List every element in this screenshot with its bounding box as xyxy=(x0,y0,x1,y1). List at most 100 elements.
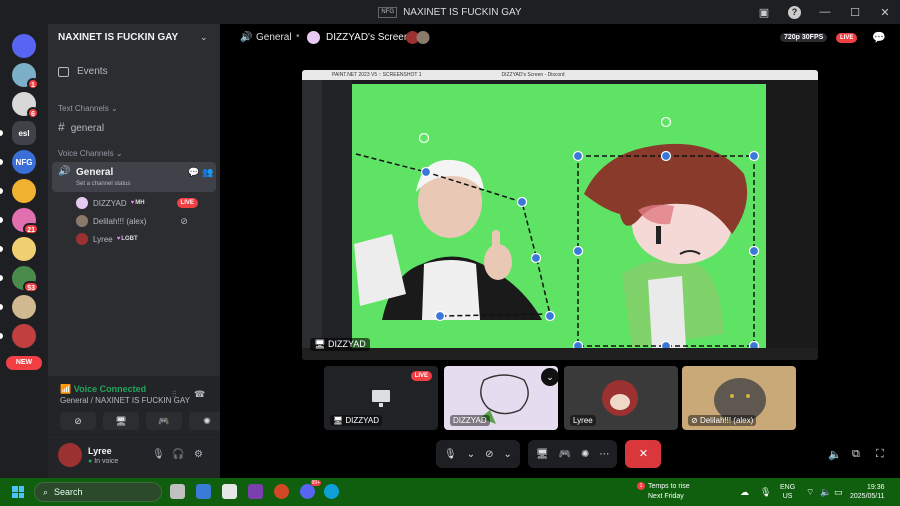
discord-taskbar-icon[interactable]: 99+ xyxy=(300,480,321,499)
stage-channel[interactable]: General xyxy=(256,32,292,43)
taskbar-clock[interactable]: 19:36 2025/05/11 xyxy=(850,483,885,501)
voice-user-dizzyad[interactable]: DIZZYAD ♥MH LIVE xyxy=(76,196,198,210)
store-icon[interactable] xyxy=(222,484,237,499)
signal-icon: 📶 xyxy=(60,384,72,394)
server-7-icon[interactable]: 21 xyxy=(12,208,39,235)
server-1-icon[interactable]: 1 xyxy=(12,63,39,90)
mention-badge: 1 xyxy=(27,78,39,90)
windows-start-icon[interactable] xyxy=(12,486,24,498)
screen-share-icon[interactable]: 🖥 xyxy=(536,449,549,460)
chevron-down-icon[interactable]: ⌄ xyxy=(503,449,511,460)
camera-off-button[interactable]: ⊘ xyxy=(60,412,96,430)
category-label: Text Channels xyxy=(58,104,109,113)
invite-icon[interactable]: 👥 xyxy=(202,167,213,178)
unread-pill xyxy=(0,333,3,339)
minimize-button[interactable]: — xyxy=(810,6,840,18)
mic-camera-group: 🎙 ⌄ ⊘ ⌄ xyxy=(436,440,520,468)
avatar[interactable] xyxy=(58,443,82,467)
camera-off-icon[interactable]: ⊘ xyxy=(485,449,493,460)
tile-dizzyad-stream[interactable]: LIVE 🖥 DIZZYAD xyxy=(324,366,438,430)
separator-icon: • xyxy=(296,31,300,42)
events-item[interactable]: Events xyxy=(58,66,108,77)
activity-icon[interactable]: 🎮 xyxy=(559,449,571,460)
chevron-down-icon[interactable]: ⌄ xyxy=(200,32,208,43)
stage-header: 🔊 General • DIZZYAD's Screen 720p 30FPS … xyxy=(220,24,900,52)
chat-bubble-icon[interactable]: 💬 xyxy=(872,31,886,44)
tray-mic-icon[interactable]: 🎙 xyxy=(760,487,771,498)
server-2-icon[interactable]: 6 xyxy=(12,92,39,119)
chevron-down-icon[interactable]: ⌄ xyxy=(467,449,475,460)
activity-button[interactable]: 🎮 xyxy=(146,412,182,430)
server-8-icon[interactable] xyxy=(12,237,36,261)
mic-icon[interactable]: 🎙 xyxy=(152,449,165,460)
gear-icon[interactable]: ⚙ xyxy=(194,449,203,460)
discord-home-icon[interactable] xyxy=(12,34,36,58)
server-name[interactable]: NAXINET IS FUCKIN GAY xyxy=(58,32,178,43)
noise-suppression-icon[interactable]: ⫶⫶ xyxy=(172,389,177,400)
more-icon[interactable]: ⋯ xyxy=(599,449,609,460)
voice-channels-category[interactable]: Voice Channels ⌄ xyxy=(58,149,123,158)
server-6-icon[interactable] xyxy=(12,179,36,203)
cartoon-character xyxy=(584,143,748,348)
channel-label: general xyxy=(70,123,105,134)
popout-icon[interactable]: ⧉ xyxy=(852,448,860,461)
channel-general[interactable]: # general xyxy=(58,120,104,134)
voice-status[interactable]: 📶 Voice Connected xyxy=(60,384,146,395)
voice-channel-path[interactable]: General / NAXINET IS FUCKIN GAY xyxy=(60,396,190,405)
onenote-icon[interactable] xyxy=(248,484,263,499)
tile-lyree[interactable]: Lyree xyxy=(564,366,678,430)
call-controls: 🎙 ⌄ ⊘ ⌄ 🖥 🎮 ✺ ⋯ ✕ xyxy=(436,440,662,468)
voice-user-delilah[interactable]: Delilah!!! (alex) ⊘ xyxy=(76,214,188,228)
powerpoint-icon[interactable] xyxy=(274,484,289,499)
close-button[interactable]: ✕ xyxy=(870,6,900,19)
channel-status[interactable]: Set a channel status xyxy=(76,181,130,187)
new-unreads-pill[interactable]: NEW xyxy=(6,356,42,370)
battery-icon[interactable]: ▭ xyxy=(834,487,843,498)
volume-icon[interactable]: 🔈 xyxy=(828,448,842,461)
language-indicator[interactable]: ENG US xyxy=(780,483,795,501)
maximize-button[interactable]: ☐ xyxy=(840,6,870,19)
task-view-icon[interactable] xyxy=(170,484,185,499)
user-name: Lyree xyxy=(88,446,112,456)
server-nfg-icon[interactable]: NFG xyxy=(12,150,36,174)
server-rail: 1 6 esl NFG 21 53 NEW xyxy=(0,24,48,478)
speaker-icon[interactable]: 🔈 xyxy=(820,487,831,498)
server-10-icon[interactable] xyxy=(12,295,36,319)
text-channels-category[interactable]: Text Channels ⌄ xyxy=(58,104,118,113)
tile-delilah[interactable]: ⊘ Delilah!!! (alex) xyxy=(682,366,796,430)
paint-canvas xyxy=(352,84,766,352)
viewer-avatars[interactable] xyxy=(406,31,432,44)
copilot-icon[interactable] xyxy=(196,484,211,499)
weather-title: Temps to rise xyxy=(648,483,690,490)
help-icon[interactable]: ? xyxy=(788,5,801,19)
leave-call-button[interactable]: ✕ xyxy=(625,440,662,468)
voice-channel-general[interactable]: 🔊 General Set a channel status 💬 👥 xyxy=(52,162,216,192)
windows-taskbar: ⌕ Search 99+ 1 Temps to rise Next Friday… xyxy=(0,478,900,506)
chevron-down-icon[interactable]: ⌄ xyxy=(541,368,559,386)
tray-app-icon[interactable]: ☁ xyxy=(740,487,749,498)
server-11-icon[interactable] xyxy=(12,324,36,348)
user-panel: Lyree ● In voice 🎙 🎧 ⚙ xyxy=(48,434,220,478)
soundboard-icon[interactable]: ✺ xyxy=(581,449,589,460)
edge-icon[interactable] xyxy=(324,484,339,499)
heart-icon: ♥ xyxy=(130,200,135,206)
inbox-icon[interactable]: ▣ xyxy=(749,6,779,19)
server-9-icon[interactable]: 53 xyxy=(12,266,39,293)
voice-user-lyree[interactable]: Lyree ♥LGBT xyxy=(76,232,138,246)
wifi-icon[interactable]: ⌔ xyxy=(806,487,814,498)
weather-widget[interactable]: 1 Temps to rise Next Friday xyxy=(637,482,690,502)
disconnect-icon[interactable]: ☎ xyxy=(194,389,205,400)
headphones-icon[interactable]: 🎧 xyxy=(172,449,184,460)
screen-title: DIZZYAD's Screen xyxy=(326,32,410,43)
unread-pill xyxy=(0,246,3,252)
shared-screen[interactable]: PAINT.NET 2023 V5 :: SCREENSHOT 1 DIZZYAD… xyxy=(302,70,818,360)
fullscreen-icon[interactable]: ⛶ xyxy=(876,448,884,461)
mic-icon[interactable]: 🎙 xyxy=(444,449,457,460)
screen-share-button[interactable]: 🖥 xyxy=(103,412,139,430)
server-esl-icon[interactable]: esl xyxy=(12,121,36,145)
language-code: ENG xyxy=(780,484,796,491)
voice-channel-label: General xyxy=(76,167,114,178)
taskbar-search[interactable]: ⌕ Search xyxy=(34,482,162,502)
user-tag: ♥LGBT xyxy=(116,236,138,242)
chat-icon[interactable]: 💬 xyxy=(188,167,199,178)
